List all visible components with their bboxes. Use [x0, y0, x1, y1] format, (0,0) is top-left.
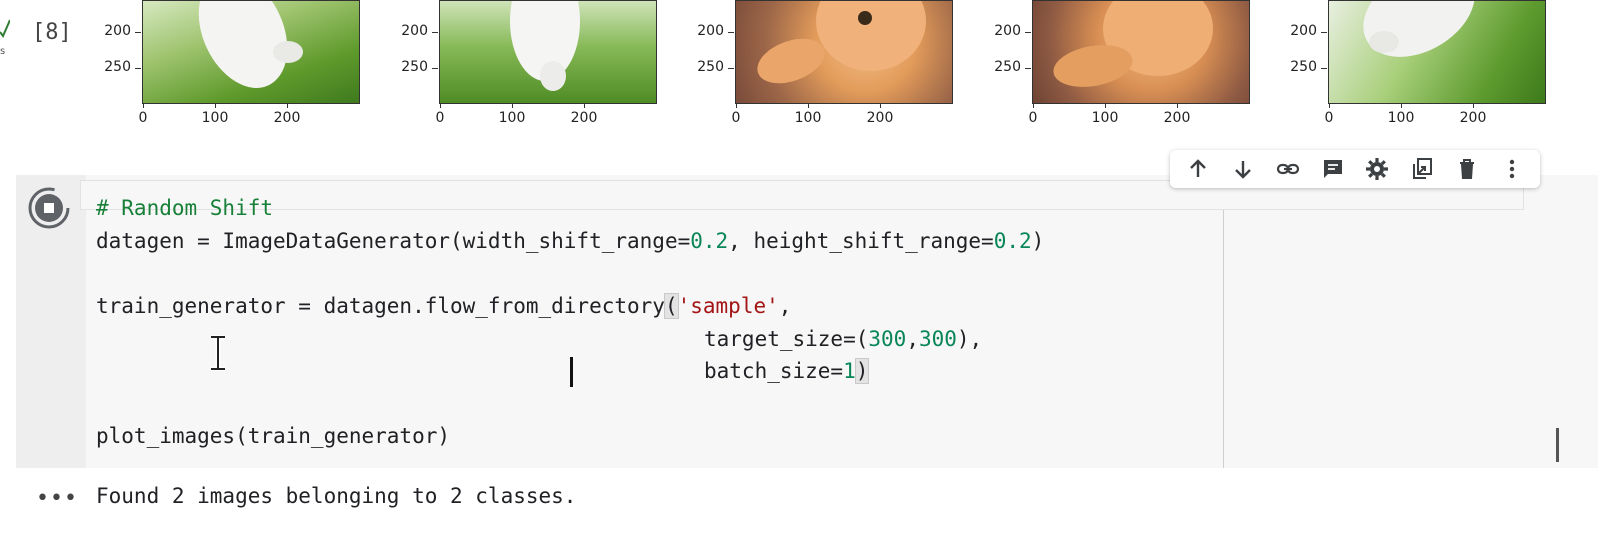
plot-image-dog: [1328, 0, 1546, 104]
code-text: ,: [906, 327, 919, 351]
code-number: 300: [868, 327, 907, 351]
check-icon: [0, 19, 10, 38]
y-tick-label: 250: [104, 59, 131, 75]
arrow-up-icon: [1190, 159, 1207, 177]
more-vert-icon: [1509, 159, 1514, 179]
image-plot: 200 250 0 100 200: [987, 0, 1250, 135]
code-text: plot_images(train_generator): [96, 424, 451, 448]
x-tick-label: 0: [731, 110, 741, 126]
code-text: target_size=(: [704, 327, 869, 351]
plot-image-dog: [439, 0, 657, 104]
plot-image-dog: [142, 0, 360, 104]
y-tick-label: 250: [1290, 59, 1317, 75]
code-line[interactable]: plot_images(train_generator): [96, 422, 450, 450]
x-tick-label: 200: [570, 110, 598, 126]
code-text: train_generator = datagen.flow_from_dire…: [96, 294, 665, 318]
trash-icon: [1459, 159, 1474, 179]
delete-cell-button[interactable]: [1450, 152, 1484, 186]
y-tick-label: 200: [697, 23, 724, 39]
mirror-cell-button[interactable]: [1405, 152, 1439, 186]
cell-gutter: [16, 175, 86, 468]
code-text: ),: [956, 327, 983, 351]
x-tick-label: 0: [1324, 110, 1334, 126]
y-tick-label: 200: [104, 23, 131, 39]
y-tick-label: 250: [994, 59, 1021, 75]
x-tick-label: 100: [498, 110, 526, 126]
code-line[interactable]: datagen = ImageDataGenerator(width_shift…: [96, 227, 1044, 255]
text-cursor: [570, 357, 573, 387]
code-text: datagen = ImageDataGenerator(width_shift…: [96, 229, 691, 253]
y-tick-label: 250: [401, 59, 428, 75]
code-number: 300: [918, 327, 957, 351]
code-text: ,: [778, 294, 792, 318]
x-tick-label: 200: [1459, 110, 1487, 126]
stop-execution-button[interactable]: [27, 186, 71, 230]
x-tick-label: 200: [866, 110, 894, 126]
cell-toolbar: [1170, 150, 1540, 188]
matched-bracket: ): [854, 358, 870, 384]
execution-count: [8]: [32, 20, 72, 45]
matched-bracket: (: [663, 293, 679, 319]
x-tick-label: 200: [273, 110, 301, 126]
move-cell-down-button[interactable]: [1226, 152, 1260, 186]
code-number: 0.2: [993, 229, 1032, 253]
code-number: 0.2: [690, 229, 729, 253]
x-tick-label: 100: [794, 110, 822, 126]
x-tick-label: 100: [1091, 110, 1119, 126]
code-line[interactable]: batch_size=1): [704, 357, 870, 385]
execution-time: s: [0, 46, 6, 57]
code-comment: # Random Shift: [96, 196, 274, 220]
ibeam-cursor-icon: [211, 335, 225, 371]
previous-cell-gutter: [8] s: [0, 0, 90, 140]
y-tick-label: 200: [1290, 23, 1317, 39]
code-line[interactable]: # Random Shift: [96, 194, 273, 222]
comment-icon: [1323, 160, 1342, 178]
image-plot: 200 250 0 100 200: [1283, 0, 1546, 135]
more-actions-button[interactable]: [1495, 152, 1529, 186]
code-text: ): [1031, 229, 1045, 253]
x-tick-label: 100: [201, 110, 229, 126]
code-text: batch_size=: [704, 359, 844, 383]
arrow-down-icon: [1235, 161, 1251, 179]
code-line[interactable]: target_size=(300,300),: [704, 325, 982, 353]
line-length-ruler: [1223, 193, 1224, 468]
add-comment-button[interactable]: [1316, 152, 1350, 186]
plot-image-cat: [735, 0, 953, 104]
x-tick-label: 200: [1163, 110, 1191, 126]
gear-icon: [1366, 158, 1389, 180]
move-cell-up-button[interactable]: [1181, 152, 1215, 186]
scrollbar-thumb[interactable]: [1556, 428, 1559, 462]
x-tick-label: 100: [1387, 110, 1415, 126]
code-number: 1: [843, 359, 856, 383]
mirror-tab-icon: [1413, 158, 1433, 179]
plot-image-cat: [1032, 0, 1250, 104]
cell-settings-button[interactable]: [1360, 152, 1394, 186]
y-tick-label: 250: [697, 59, 724, 75]
x-tick-label: 0: [138, 110, 148, 126]
output-more-button[interactable]: •••: [36, 486, 78, 511]
code-string: 'sample': [677, 294, 779, 318]
y-tick-label: 200: [994, 23, 1021, 39]
code-line[interactable]: train_generator = datagen.flow_from_dire…: [96, 292, 791, 320]
x-tick-label: 0: [1028, 110, 1038, 126]
link-icon: [1276, 163, 1299, 175]
code-text: , height_shift_range=: [728, 229, 994, 253]
x-tick-label: 0: [435, 110, 445, 126]
image-plot: 200 250 0 100 200: [97, 0, 360, 135]
image-plot: 200 250 0 100 200: [690, 0, 953, 135]
image-plot: 200 250 0 100 200: [394, 0, 657, 135]
cell-output-text: Found 2 images belonging to 2 classes.: [96, 484, 577, 508]
copy-link-button[interactable]: [1271, 152, 1305, 186]
y-tick-label: 200: [401, 23, 428, 39]
